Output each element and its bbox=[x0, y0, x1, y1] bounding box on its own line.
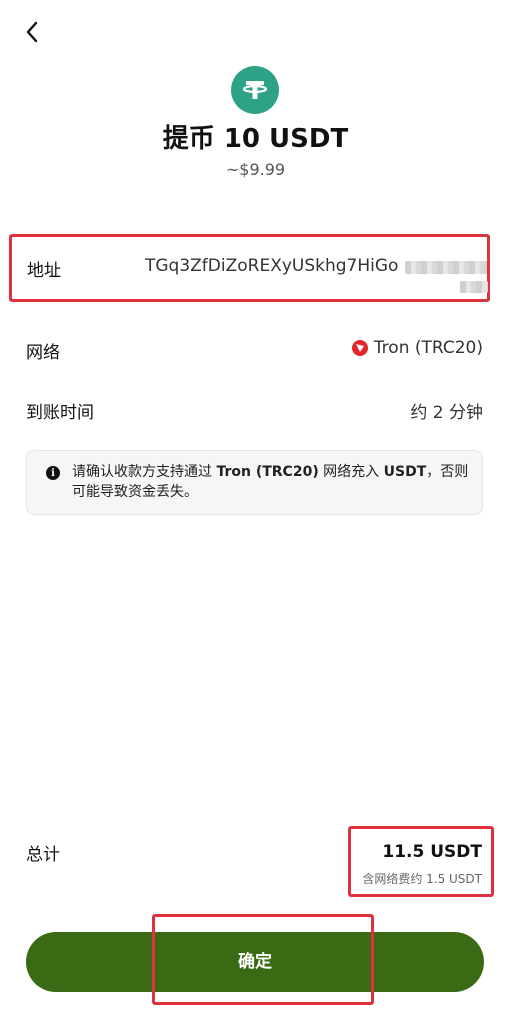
confirm-button[interactable]: 确定 bbox=[26, 932, 484, 992]
address-label: 地址 bbox=[27, 261, 61, 281]
tether-usdt-icon bbox=[231, 66, 279, 114]
address-row[interactable]: 地址 TGq3ZfDiZoREXyUSkhg7HiGo bbox=[9, 234, 490, 302]
page-title: 提币 10 USDT bbox=[162, 124, 349, 154]
network-name: Tron (TRC20) bbox=[373, 338, 483, 358]
redacted-address-part bbox=[460, 281, 488, 293]
notice-text: 请确认收款方支持通过 Tron (TRC20) 网络充入 USDT，否则可能导致… bbox=[72, 464, 469, 500]
address-value: TGq3ZfDiZoREXyUSkhg7HiGo bbox=[145, 256, 399, 276]
usd-estimate: ~$9.99 bbox=[225, 160, 286, 179]
back-button[interactable] bbox=[18, 18, 46, 46]
total-value: 11.5 USDT bbox=[382, 842, 482, 862]
arrival-time-value: 约 2 分钟 bbox=[410, 403, 483, 423]
warning-notice: i 请确认收款方支持通过 Tron (TRC20) 网络充入 USDT，否则可能… bbox=[26, 450, 483, 515]
network-fee-note: 含网络费约 1.5 USDT bbox=[362, 872, 482, 886]
redacted-address-part bbox=[405, 261, 487, 274]
arrival-time-label: 到账时间 bbox=[26, 403, 94, 423]
tron-icon bbox=[351, 340, 368, 356]
total-amount-box: 11.5 USDT 含网络费约 1.5 USDT bbox=[348, 826, 494, 897]
total-label: 总计 bbox=[26, 845, 60, 865]
network-label: 网络 bbox=[26, 343, 60, 363]
info-icon: i bbox=[46, 466, 60, 480]
chevron-left-icon bbox=[26, 21, 38, 43]
confirm-button-label: 确定 bbox=[238, 952, 272, 972]
network-value: Tron (TRC20) bbox=[351, 338, 483, 358]
